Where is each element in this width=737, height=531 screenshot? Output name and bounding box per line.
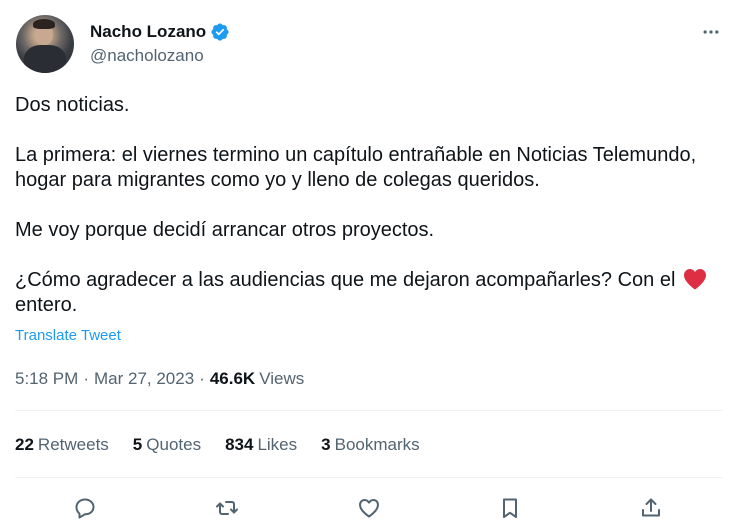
translate-tweet-link[interactable]: Translate Tweet (15, 327, 121, 344)
more-options-icon[interactable] (699, 22, 723, 42)
avatar-hair (33, 19, 55, 29)
retweets-label: Retweets (37, 435, 109, 454)
views-count: 46.6K (209, 369, 256, 388)
author-names: Nacho Lozano @nacholozano (90, 21, 230, 66)
reply-icon[interactable] (68, 491, 102, 525)
bookmarks-label: Bookmarks (334, 435, 420, 454)
tweet-paragraph: La primera: el viernes termino un capítu… (15, 144, 697, 191)
likes-count: 834 (225, 435, 254, 454)
tweet-meta: 5:18 PM · Mar 27, 2023 · 46.6K Views (15, 368, 304, 390)
retweet-icon[interactable] (210, 491, 244, 525)
author-handle[interactable]: @nacholozano (90, 46, 230, 66)
verified-badge-icon (210, 22, 230, 42)
tweet-paragraph: Dos noticias. (15, 94, 130, 116)
divider (15, 477, 723, 478)
tweet-paragraph: Me voy porque decidí arrancar otros proy… (15, 219, 435, 241)
divider (15, 410, 723, 411)
tweet-text-after-heart: entero. (15, 294, 78, 316)
quotes-stat[interactable]: 5 Quotes (133, 435, 201, 455)
retweets-stat[interactable]: 22 Retweets (15, 435, 109, 455)
tweet-time[interactable]: 5:18 PM (15, 369, 78, 389)
tweet-text: Dos noticias. La primera: el viernes ter… (15, 93, 715, 318)
tweet-actions (15, 491, 723, 525)
tweet-stats: 22 Retweets 5 Quotes 834 Likes 3 Bookmar… (15, 433, 444, 457)
meta-separator: · (199, 369, 205, 388)
red-heart-icon (683, 268, 707, 290)
tweet-card: Nacho Lozano @nacholozano Dos noticias. … (0, 0, 737, 531)
avatar-suit (24, 45, 66, 73)
bookmarks-stat[interactable]: 3 Bookmarks (321, 435, 420, 455)
likes-label: Likes (257, 435, 298, 454)
quotes-count: 5 (132, 435, 143, 454)
retweets-count: 22 (15, 435, 34, 454)
bookmarks-count: 3 (321, 435, 331, 454)
author-display-name[interactable]: Nacho Lozano (90, 22, 206, 42)
tweet-date[interactable]: Mar 27, 2023 (94, 369, 194, 389)
tweet-paragraph-last: ¿Cómo agradecer a las audiencias que me … (15, 268, 715, 318)
tweet-text-before-heart: ¿Cómo agradecer a las audiencias que me … (15, 269, 676, 291)
quotes-label: Quotes (146, 435, 202, 454)
avatar[interactable] (16, 15, 74, 73)
meta-separator: · (83, 369, 89, 388)
like-icon[interactable] (352, 491, 386, 525)
likes-stat[interactable]: 834 Likes (225, 435, 297, 455)
share-icon[interactable] (634, 491, 668, 525)
views-label: Views (259, 369, 305, 388)
bookmark-icon[interactable] (493, 491, 527, 525)
tweet-header: Nacho Lozano @nacholozano (16, 15, 230, 75)
